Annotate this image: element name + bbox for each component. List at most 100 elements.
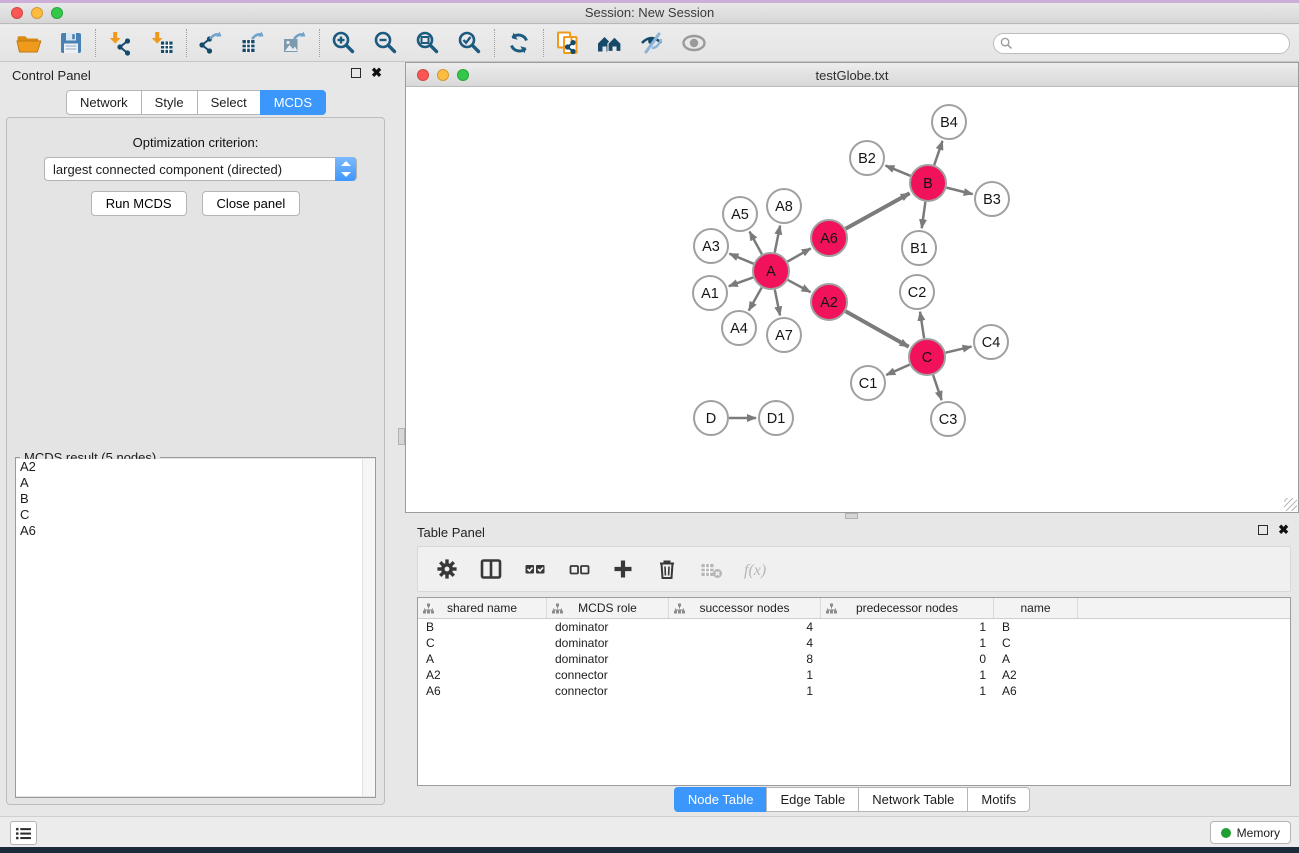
table-row[interactable]: Bdominator41B <box>418 619 1290 635</box>
table-cell[interactable]: A6 <box>994 683 1078 699</box>
split-panel-icon[interactable] <box>474 552 508 586</box>
show-details-icon[interactable] <box>673 27 715 59</box>
criterion-dropdown[interactable]: largest connected component (directed) <box>44 157 357 181</box>
tab-network-table[interactable]: Network Table <box>858 787 967 812</box>
table-row[interactable]: Adominator80A <box>418 651 1290 667</box>
table-cell[interactable]: A6 <box>418 683 547 699</box>
table-cell[interactable]: A <box>418 651 547 667</box>
node-C2[interactable]: C2 <box>900 275 934 309</box>
float-table-panel-icon[interactable] <box>1258 525 1268 535</box>
table-cell[interactable]: B <box>994 619 1078 635</box>
table-cell[interactable]: 4 <box>669 619 821 635</box>
save-session-icon[interactable] <box>50 27 92 59</box>
close-panel-icon[interactable]: ✖ <box>371 68 382 78</box>
zoom-selected-icon[interactable] <box>449 27 491 59</box>
table-cell[interactable]: 1 <box>669 683 821 699</box>
tab-select[interactable]: Select <box>197 90 260 115</box>
memory-button[interactable]: Memory <box>1210 821 1291 844</box>
node-C1[interactable]: C1 <box>851 366 885 400</box>
export-network-icon[interactable] <box>190 27 232 59</box>
table-cell[interactable]: dominator <box>547 635 669 651</box>
search-input[interactable] <box>993 33 1290 54</box>
node-A5[interactable]: A5 <box>723 197 757 231</box>
table-cell[interactable]: dominator <box>547 651 669 667</box>
zoom-fit-icon[interactable] <box>407 27 449 59</box>
node-D[interactable]: D <box>694 401 728 435</box>
column-header-name[interactable]: name <box>994 598 1078 618</box>
node-A[interactable]: A <box>753 253 789 289</box>
table-cell[interactable]: C <box>994 635 1078 651</box>
node-C3[interactable]: C3 <box>931 402 965 436</box>
table-cell[interactable]: A <box>994 651 1078 667</box>
result-list-item[interactable]: A2 <box>16 459 362 475</box>
table-cell[interactable]: dominator <box>547 619 669 635</box>
tab-edge-table[interactable]: Edge Table <box>766 787 858 812</box>
vertical-splitter-handle[interactable] <box>398 428 405 445</box>
select-all-icon[interactable] <box>518 552 552 586</box>
node-A2[interactable]: A2 <box>811 284 847 320</box>
duplicate-network-icon[interactable] <box>547 27 589 59</box>
column-header-successor-nodes[interactable]: successor nodes <box>669 598 821 618</box>
run-mcds-button[interactable]: Run MCDS <box>91 191 187 216</box>
result-list-item[interactable]: B <box>16 491 362 507</box>
column-header-MCDS-role[interactable]: MCDS role <box>547 598 669 618</box>
table-cell[interactable]: A2 <box>994 667 1078 683</box>
node-D1[interactable]: D1 <box>759 401 793 435</box>
float-panel-icon[interactable] <box>351 68 361 78</box>
zoom-in-icon[interactable] <box>323 27 365 59</box>
tab-network[interactable]: Network <box>66 90 141 115</box>
node-B[interactable]: B <box>910 165 946 201</box>
result-list-item[interactable]: C <box>16 507 362 523</box>
delete-column-icon[interactable] <box>650 552 684 586</box>
import-table-icon[interactable] <box>141 27 183 59</box>
node-A4[interactable]: A4 <box>722 311 756 345</box>
node-C[interactable]: C <box>909 339 945 375</box>
table-cell[interactable]: 4 <box>669 635 821 651</box>
table-cell[interactable]: A2 <box>418 667 547 683</box>
table-row[interactable]: A2connector11A2 <box>418 667 1290 683</box>
zoom-out-icon[interactable] <box>365 27 407 59</box>
node-A1[interactable]: A1 <box>693 276 727 310</box>
node-A3[interactable]: A3 <box>694 229 728 263</box>
node-A6[interactable]: A6 <box>811 220 847 256</box>
table-cell[interactable]: 1 <box>669 667 821 683</box>
table-cell[interactable]: 1 <box>821 667 994 683</box>
tab-motifs[interactable]: Motifs <box>967 787 1030 812</box>
node-C4[interactable]: C4 <box>974 325 1008 359</box>
result-list-item[interactable]: A <box>16 475 362 491</box>
table-cell[interactable]: 1 <box>821 683 994 699</box>
node-B1[interactable]: B1 <box>902 231 936 265</box>
tab-node-table[interactable]: Node Table <box>674 787 767 812</box>
table-cell[interactable]: 1 <box>821 619 994 635</box>
resize-grip[interactable] <box>1284 498 1297 511</box>
export-table-icon[interactable] <box>232 27 274 59</box>
network-canvas[interactable]: B4B2BB3A5A8A6B1A3AC2A1A2A4A7C4CC1C3DD1 <box>406 87 1298 512</box>
export-image-icon[interactable] <box>274 27 316 59</box>
table-cell[interactable]: C <box>418 635 547 651</box>
node-B2[interactable]: B2 <box>850 141 884 175</box>
settings-gear-icon[interactable] <box>430 552 464 586</box>
home-icon[interactable] <box>589 27 631 59</box>
result-list-item[interactable]: A6 <box>16 523 362 539</box>
table-cell[interactable]: 1 <box>821 635 994 651</box>
add-column-icon[interactable] <box>606 552 640 586</box>
table-cell[interactable]: 8 <box>669 651 821 667</box>
import-network-icon[interactable] <box>99 27 141 59</box>
toggle-graphics-details-icon[interactable] <box>631 27 673 59</box>
node-B4[interactable]: B4 <box>932 105 966 139</box>
table-cell[interactable]: 0 <box>821 651 994 667</box>
node-A8[interactable]: A8 <box>767 189 801 223</box>
result-scrollbar[interactable] <box>362 459 375 796</box>
column-header-shared-name[interactable]: shared name <box>418 598 547 618</box>
refresh-icon[interactable] <box>498 27 540 59</box>
table-row[interactable]: A6connector11A6 <box>418 683 1290 699</box>
close-panel-button[interactable]: Close panel <box>202 191 301 216</box>
close-table-panel-icon[interactable]: ✖ <box>1278 525 1289 535</box>
table-cell[interactable]: connector <box>547 683 669 699</box>
tab-mcds[interactable]: MCDS <box>260 90 326 115</box>
deselect-all-icon[interactable] <box>562 552 596 586</box>
table-cell[interactable]: connector <box>547 667 669 683</box>
open-file-icon[interactable] <box>8 27 50 59</box>
table-cell[interactable]: B <box>418 619 547 635</box>
table-row[interactable]: Cdominator41C <box>418 635 1290 651</box>
